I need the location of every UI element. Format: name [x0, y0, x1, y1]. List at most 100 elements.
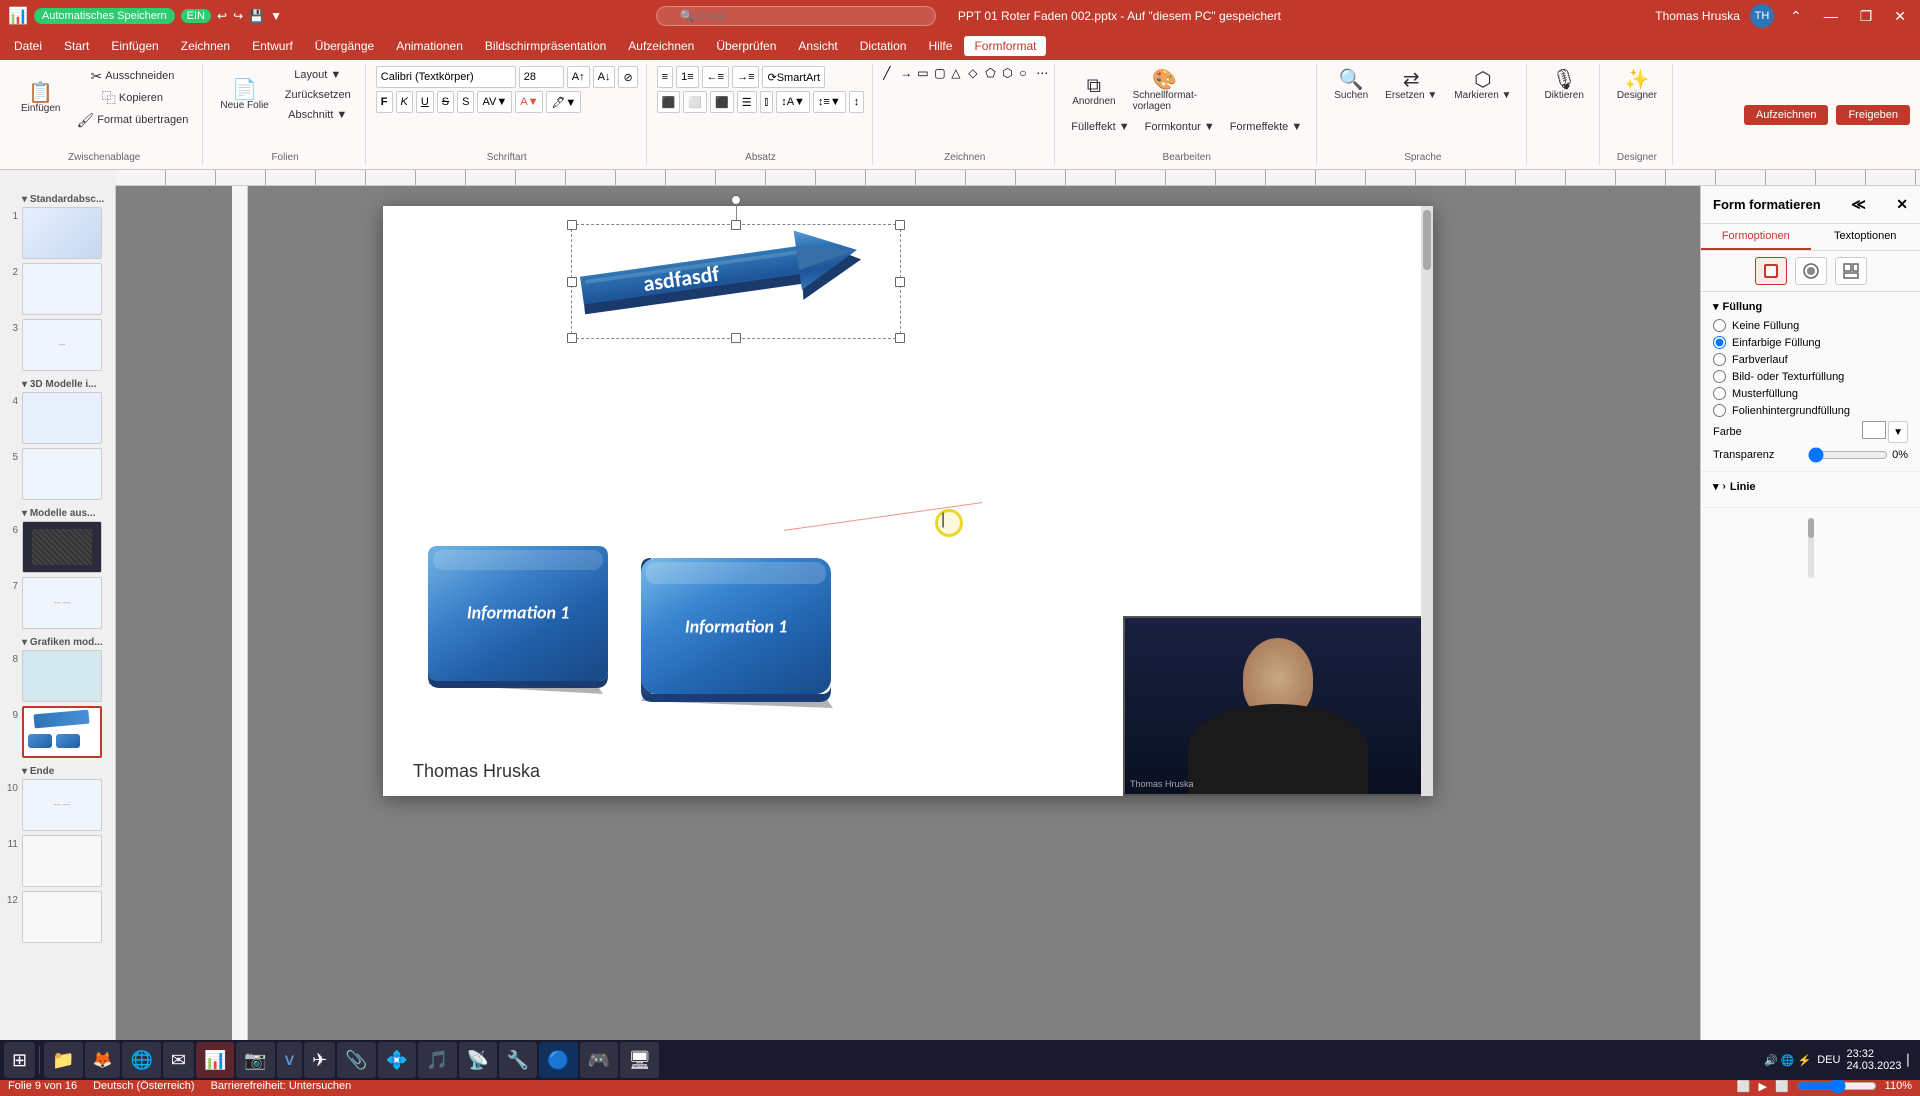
taskbar-app2[interactable]: 🎵 [418, 1042, 456, 1078]
shadow-button[interactable]: S [457, 91, 474, 113]
line-section-title[interactable]: › Linie [1713, 480, 1908, 493]
slide-preview-3[interactable]: --- [22, 319, 102, 371]
shape-pentagon[interactable]: ⬠ [985, 66, 1001, 80]
taskbar-onenote[interactable]: 📎 [337, 1042, 375, 1078]
group-label-grafiken[interactable]: Grafiken mod... [4, 633, 111, 650]
fill-line-icon-btn[interactable] [1755, 257, 1787, 285]
panel-scrollbar[interactable] [1808, 518, 1814, 578]
shape-diamond[interactable]: ◇ [968, 66, 984, 80]
effects-button[interactable]: Formeffekte ▼ [1224, 118, 1308, 136]
menu-formformat[interactable]: Formformat [964, 36, 1046, 56]
taskbar-app1[interactable]: 💠 [378, 1042, 416, 1078]
columns-btn[interactable]: ⫾ [760, 91, 774, 113]
start-button[interactable]: ⊞ [4, 1042, 35, 1078]
info-box-right-container[interactable]: Information 1 [623, 546, 863, 706]
group-label-standard[interactable]: Standardabsc... [4, 190, 111, 207]
clear-format-btn[interactable]: ⊘ [618, 66, 637, 88]
fill-section-title[interactable]: Füllung [1713, 300, 1908, 313]
handle-tc[interactable] [731, 220, 741, 230]
autosave-state[interactable]: EIN [181, 9, 211, 23]
scrollbar-thumb[interactable] [1423, 210, 1431, 270]
font-color-btn[interactable]: A▼ [515, 91, 543, 113]
strikethrough-button[interactable]: S [437, 91, 454, 113]
fill-pattern-radio[interactable] [1713, 387, 1726, 400]
align-left-btn[interactable]: ⬛ [657, 91, 681, 113]
layout-button[interactable]: Layout ▼ [279, 66, 357, 84]
slide-preview-4[interactable] [22, 392, 102, 444]
align-center-btn[interactable]: ⬜ [683, 91, 707, 113]
slide-scrollbar[interactable] [1421, 206, 1433, 796]
menu-aufzeichnen[interactable]: Aufzeichnen [618, 36, 704, 56]
taskbar-app4[interactable]: 🔵 [539, 1042, 577, 1078]
bullet-list-btn[interactable]: ≡ [657, 66, 673, 88]
slide-preview-10[interactable]: --- --- [22, 779, 102, 831]
taskbar-file-explorer[interactable]: 📁 [44, 1042, 82, 1078]
shape-rect[interactable]: ▭ [917, 66, 933, 80]
slide-thumb-11[interactable]: 11 [4, 835, 111, 887]
font-increase-btn[interactable]: A↑ [567, 66, 590, 88]
slide-preview-5[interactable] [22, 448, 102, 500]
handle-tl[interactable] [567, 220, 577, 230]
highlight-color-btn[interactable]: 🖊▼ [546, 91, 581, 113]
save-icon[interactable]: 💾 [249, 9, 264, 23]
shape-arrow[interactable]: → [900, 66, 916, 80]
decrease-indent-btn[interactable]: ←≡ [702, 66, 729, 88]
redo-icon[interactable]: ↪ [233, 9, 243, 23]
slide-thumb-8[interactable]: 8 [4, 650, 111, 702]
color-swatch[interactable] [1862, 421, 1886, 439]
menu-start[interactable]: Start [54, 36, 99, 56]
menu-dictation[interactable]: Dictation [850, 36, 917, 56]
line-spacing-btn[interactable]: ↕ [849, 91, 865, 113]
slide-thumb-6[interactable]: 6 [4, 521, 111, 573]
slide-canvas[interactable]: asdfasdf | [383, 206, 1433, 796]
slide-thumb-5[interactable]: 5 [4, 448, 111, 500]
shape-line[interactable]: ╱ [883, 66, 899, 80]
taskbar-settings[interactable]: 🔧 [499, 1042, 537, 1078]
fill-solid-radio[interactable] [1713, 336, 1726, 349]
group-label-models[interactable]: Modelle aus... [4, 504, 111, 521]
designer-button[interactable]: ✨ Designer [1610, 66, 1664, 105]
fill-none-radio[interactable] [1713, 319, 1726, 332]
shape-oval[interactable]: ○ [1019, 66, 1035, 80]
reset-button[interactable]: Zurücksetzen [279, 86, 357, 104]
handle-mr[interactable] [895, 277, 905, 287]
select-btn[interactable]: ⬡ Markieren ▼ [1447, 66, 1518, 105]
font-size-input[interactable] [519, 66, 564, 88]
italic-button[interactable]: K [396, 91, 413, 113]
fill-texture-radio[interactable] [1713, 370, 1726, 383]
handle-bc[interactable] [731, 333, 741, 343]
cut-button[interactable]: ✂Ausschneiden [70, 66, 194, 86]
menu-entwurf[interactable]: Entwurf [242, 36, 303, 56]
slide-preview-12[interactable] [22, 891, 102, 943]
zoom-slider[interactable] [1797, 1078, 1877, 1094]
shape-more[interactable]: ⋯ [1036, 66, 1052, 80]
fill-slide-bg-radio[interactable] [1713, 404, 1726, 417]
shape-triangle[interactable]: △ [951, 66, 967, 80]
slide-thumb-12[interactable]: 12 [4, 891, 111, 943]
slide-preview-11[interactable] [22, 835, 102, 887]
autosave-toggle[interactable]: Automatisches Speichern [34, 8, 175, 24]
slide-thumb-7[interactable]: 7 --- --- [4, 577, 111, 629]
window-minimize-btn[interactable]: — [1818, 8, 1844, 24]
menu-praesentation[interactable]: Bildschirmpräsentation [475, 36, 616, 56]
taskbar-powerpoint[interactable]: 📊 [196, 1042, 234, 1078]
font-name-input[interactable] [376, 66, 516, 88]
slide-preview-1[interactable] [22, 207, 102, 259]
quick-styles-button[interactable]: 🎨 Schnellformat-vorlagen [1126, 66, 1204, 116]
menu-animationen[interactable]: Animationen [386, 36, 473, 56]
diktieren-button[interactable]: 🎙 Diktieren [1537, 66, 1590, 105]
slide-preview-6[interactable] [22, 521, 102, 573]
slide-thumb-2[interactable]: 2 [4, 263, 111, 315]
window-close-btn[interactable]: ✕ [1888, 8, 1912, 25]
taskbar-visio[interactable]: V [277, 1042, 302, 1078]
color-dropdown-btn[interactable]: ▼ [1888, 421, 1908, 443]
ribbon-collapse-btn[interactable]: ⌃ [1784, 8, 1808, 25]
format-painter-button[interactable]: 🖌Format übertragen [70, 110, 194, 130]
freigeben-button[interactable]: Freigeben [1836, 105, 1910, 125]
layout-icon-btn[interactable] [1835, 257, 1867, 285]
taskbar-telegram[interactable]: ✈ [304, 1042, 335, 1078]
fill-button[interactable]: Fülleffekt ▼ [1065, 118, 1135, 136]
slide-preview-7[interactable]: --- --- [22, 577, 102, 629]
shape-hexagon[interactable]: ⬡ [1002, 66, 1018, 80]
align-text-btn[interactable]: ↕≡▼ [813, 91, 846, 113]
